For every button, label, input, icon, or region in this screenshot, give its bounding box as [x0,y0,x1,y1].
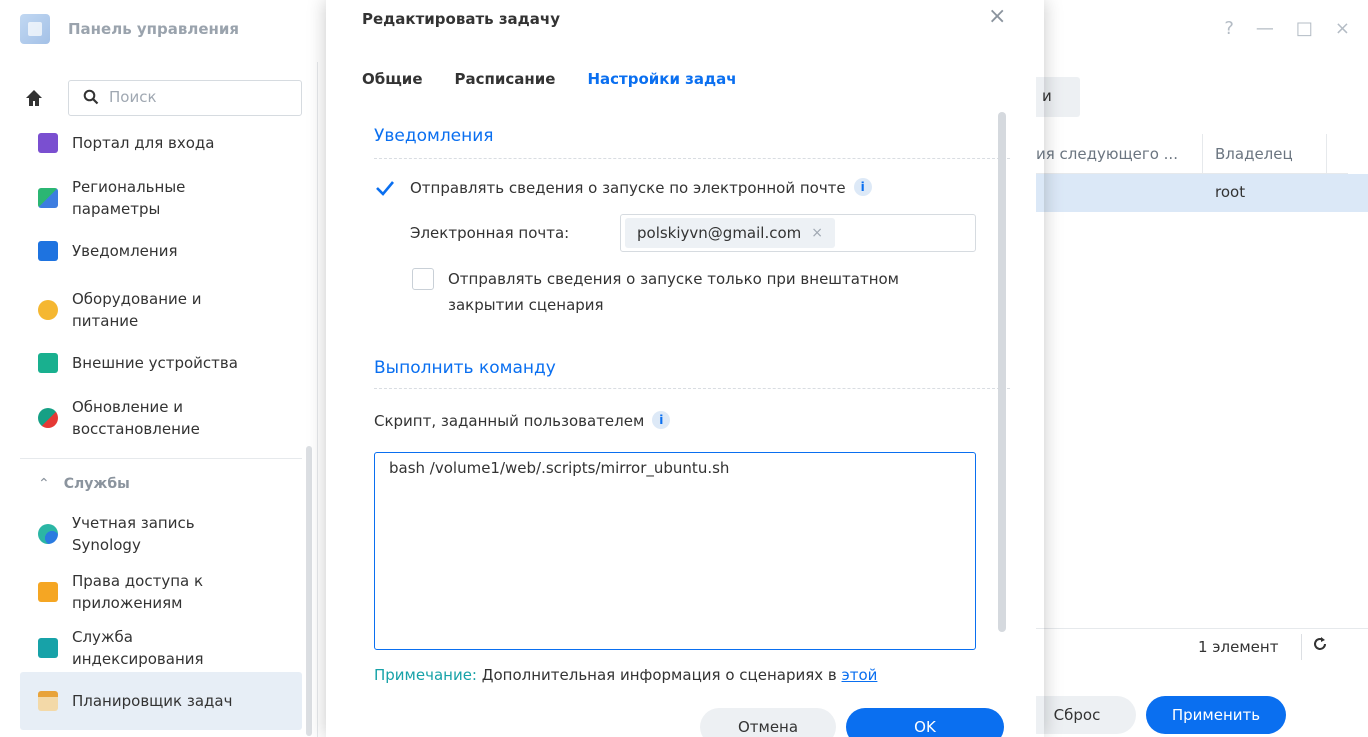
email-field[interactable]: polskiyvn@gmail.com × [620,214,976,252]
footer-divider [1018,628,1368,629]
control-panel-app-icon [20,14,50,44]
tab-general[interactable]: Общие [362,70,423,88]
search-box[interactable] [68,80,302,116]
dialog-tabs: Общие Расписание Настройки задач [362,70,737,88]
dialog-scrollbar[interactable] [998,112,1006,632]
note-link[interactable]: этой [842,666,878,684]
sidebar-scrollbar[interactable] [306,446,312,736]
sidebar-item-label: Планировщик задач [72,692,233,710]
services-section-header[interactable]: ⌃ Службы [38,476,130,492]
sidebar: Портал для входа Региональные параметры … [0,62,318,737]
table-row[interactable]: root [1018,174,1368,212]
sidebar-item-hardware-power[interactable]: Оборудование и питание [38,288,202,332]
cell-owner: root [1215,183,1246,201]
chevron-up-icon: ⌃ [38,476,50,492]
minimize-icon[interactable]: — [1256,18,1274,39]
info-icon[interactable]: i [652,411,671,429]
section-divider [374,158,1010,159]
reset-button-label: Сброс [1053,706,1101,724]
help-icon[interactable]: ? [1224,18,1234,39]
apply-button[interactable]: Применить [1146,696,1286,734]
indexing-service-icon [38,638,58,658]
table-header: ия следующего ... Владелец [1018,134,1348,174]
note: Примечание: Дополнительная информация о … [374,666,877,684]
cancel-button-label: Отмена [737,718,799,736]
sidebar-item-label: Региональные параметры [72,178,186,218]
tab-task-settings[interactable]: Настройки задач [587,70,736,88]
sidebar-item-app-privileges[interactable]: Права доступа к приложениям [38,570,203,614]
search-input[interactable] [109,88,289,106]
sidebar-item-external-devices[interactable]: Внешние устройства [38,352,238,374]
email-label: Электронная почта: [410,224,570,242]
note-label: Примечание: [374,666,477,684]
window-title: Панель управления [68,20,240,38]
section-divider [20,458,302,459]
footer-separator [1301,634,1302,660]
sidebar-item-synology-account[interactable]: Учетная запись Synology [38,512,195,556]
search-icon [83,89,99,109]
task-scheduler-icon [38,691,58,711]
app-privileges-icon [38,582,58,602]
note-text: Дополнительная информация о сценариях в [477,666,842,684]
close-window-icon[interactable]: × [1335,18,1350,39]
window-controls: ? — □ × [1224,18,1350,39]
dialog-title: Редактировать задачу [362,10,560,28]
home-icon[interactable] [24,88,54,118]
sidebar-item-label: Учетная запись Synology [72,514,195,554]
hardware-power-icon [38,300,58,320]
email-tag-value: polskiyvn@gmail.com [637,224,802,242]
apply-button-label: Применить [1171,706,1261,724]
column-divider [1326,134,1327,174]
run-command-section-title: Выполнить команду [374,358,556,378]
sidebar-item-label: Права доступа к приложениям [72,572,204,612]
info-icon[interactable]: i [853,178,872,196]
update-restore-icon [38,408,58,428]
email-tag: polskiyvn@gmail.com × [625,218,835,248]
sidebar-item-task-scheduler-content[interactable]: Планировщик задач [38,690,232,712]
sidebar-item-regional-options[interactable]: Региональные параметры [38,176,185,220]
sidebar-item-label: Обновление и восстановление [72,398,200,438]
sidebar-item-label: Служба индексирования [72,628,204,668]
regional-options-icon [38,188,58,208]
column-divider [1202,134,1203,174]
services-section-label: Службы [63,476,130,492]
send-email-label: Отправлять сведения о запуске по электро… [410,179,846,197]
column-owner[interactable]: Владелец [1215,145,1293,163]
ok-button[interactable]: OK [846,708,1004,737]
close-icon[interactable]: × [988,4,1006,29]
edit-task-dialog: Редактировать задачу × Общие Расписание … [334,0,1036,737]
sidebar-item-label: Внешние устройства [72,354,238,372]
ok-button-label: OK [914,718,936,736]
sidebar-item-login-portal[interactable]: Портал для входа [38,132,214,154]
external-devices-icon [38,353,58,373]
abnormal-only-checkbox[interactable] [412,268,434,290]
cancel-button[interactable]: Отмена [700,708,836,737]
notification-icon [38,241,58,261]
item-count: 1 элемент [1198,638,1279,656]
remove-email-icon[interactable]: × [811,225,823,241]
sidebar-item-indexing-service[interactable]: Служба индексирования [38,626,204,670]
login-portal-icon [38,133,58,153]
sidebar-item-update-restore[interactable]: Обновление и восстановление [38,396,200,440]
sidebar-item-notifications[interactable]: Уведомления [38,240,177,262]
maximize-icon[interactable]: □ [1296,18,1313,39]
column-next-run[interactable]: ия следующего ... [1036,145,1178,163]
abnormal-only-label: Отправлять сведения о запуске только при… [448,270,899,314]
notifications-section-title: Уведомления [374,126,494,146]
send-email-checkbox[interactable] [374,177,396,199]
script-label-row: Скрипт, заданный пользователем i [374,408,671,434]
sidebar-item-label: Портал для входа [72,134,215,152]
sidebar-item-label: Уведомления [72,242,178,260]
script-textarea[interactable]: bash /volume1/web/.scripts/mirror_ubuntu… [374,452,976,650]
synology-account-icon [38,524,58,544]
section-divider [374,388,1010,389]
send-email-row: Отправлять сведения о запуске по электро… [410,175,872,201]
tab-schedule[interactable]: Расписание [455,70,556,88]
sidebar-item-label: Оборудование и питание [72,290,202,330]
refresh-icon[interactable] [1312,636,1328,657]
script-label: Скрипт, заданный пользователем [374,412,645,430]
